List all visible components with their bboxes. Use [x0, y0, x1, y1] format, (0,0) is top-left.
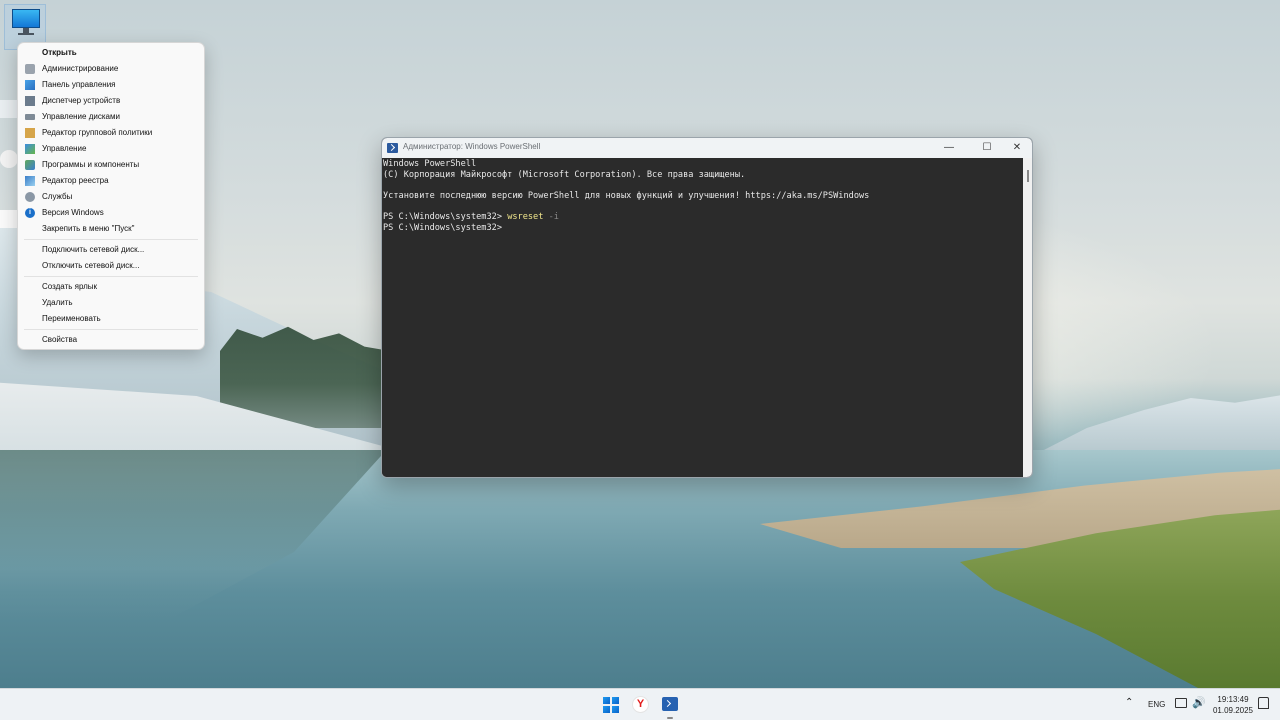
- clock-date: 01.09.2025: [1212, 706, 1254, 715]
- network-icon[interactable]: [1175, 698, 1187, 708]
- notification-icon[interactable]: [1258, 697, 1269, 709]
- menu-item-properties[interactable]: Свойства: [18, 332, 204, 348]
- menu-item-registry-editor[interactable]: Редактор реестра: [18, 173, 204, 189]
- windows-start-icon[interactable]: [603, 697, 619, 713]
- desktop-context-menu: Открыть Администрирование Панель управле…: [17, 42, 205, 350]
- registry-editor-icon: [25, 176, 35, 186]
- group-policy-icon: [25, 128, 35, 138]
- minimize-button[interactable]: —: [932, 138, 966, 158]
- volume-icon[interactable]: 🔊: [1192, 696, 1206, 709]
- menu-separator: [24, 329, 198, 330]
- menu-item-map-network-drive[interactable]: Подключить сетевой диск...: [18, 242, 204, 258]
- menu-item-rename[interactable]: Переименовать: [18, 311, 204, 327]
- menu-item-control-panel[interactable]: Панель управления: [18, 77, 204, 93]
- command-argument: -i: [543, 211, 559, 222]
- menu-item-windows-version[interactable]: i Версия Windows: [18, 205, 204, 221]
- device-manager-icon: [25, 96, 35, 106]
- powershell-titlebar[interactable]: Администратор: Windows PowerShell — ☐ ✕: [382, 138, 1032, 158]
- menu-item-delete[interactable]: Удалить: [18, 295, 204, 311]
- console-line: Windows PowerShell: [383, 159, 477, 169]
- powershell-app-icon[interactable]: [387, 143, 398, 153]
- language-indicator[interactable]: ENG: [1148, 700, 1165, 709]
- monitor-icon: [12, 9, 40, 28]
- running-indicator: [667, 717, 673, 719]
- command-text: wsreset: [507, 211, 544, 222]
- desktop-icon-fragment[interactable]: [0, 100, 18, 118]
- programs-features-icon: [25, 160, 35, 170]
- menu-item-create-shortcut[interactable]: Создать ярлык: [18, 279, 204, 295]
- desktop-icon-fragment[interactable]: [0, 210, 18, 228]
- menu-item-disconnect-network-drive[interactable]: Отключить сетевой диск...: [18, 258, 204, 274]
- computer-management-icon: [25, 144, 35, 154]
- menu-item-pin-to-start[interactable]: Закрепить в меню "Пуск": [18, 221, 204, 237]
- console-line: Установите последнюю версию PowerShell д…: [383, 190, 870, 201]
- console-output[interactable]: Windows PowerShell (C) Корпорация Майкро…: [382, 158, 1023, 477]
- info-icon: i: [25, 208, 35, 218]
- menu-item-services[interactable]: Службы: [18, 189, 204, 205]
- menu-item-programs[interactable]: Программы и компоненты: [18, 157, 204, 173]
- services-icon: [25, 192, 35, 202]
- window-title: Администратор: Windows PowerShell: [403, 142, 541, 151]
- disk-management-icon: [25, 114, 35, 120]
- scrollbar-thumb[interactable]: [1027, 170, 1029, 182]
- maximize-button[interactable]: ☐: [970, 138, 1004, 158]
- menu-separator: [24, 239, 198, 240]
- powershell-window: Администратор: Windows PowerShell — ☐ ✕ …: [381, 137, 1033, 478]
- console-line: (C) Корпорация Майкрософт (Microsoft Cor…: [383, 169, 746, 180]
- console-scrollbar[interactable]: [1023, 158, 1032, 477]
- console-command-line: PS C:\Windows\system32> wsreset -i: [383, 212, 1023, 223]
- clock-time: 19:13:49: [1217, 695, 1249, 704]
- menu-item-device-manager[interactable]: Диспетчер устройств: [18, 93, 204, 109]
- prompt-text: PS C:\Windows\system32>: [383, 211, 508, 222]
- console-prompt-line: PS C:\Windows\system32>: [383, 222, 502, 233]
- taskbar: Y ⌃ ENG 🔊 19:13:49 01.09.2025: [0, 688, 1280, 720]
- tray-chevron-icon[interactable]: ⌃: [1125, 697, 1133, 708]
- menu-item-open[interactable]: Открыть: [18, 45, 204, 61]
- powershell-taskbar-icon[interactable]: [662, 697, 678, 711]
- menu-item-administration[interactable]: Администрирование: [18, 61, 204, 77]
- control-panel-icon: [25, 80, 35, 90]
- close-button[interactable]: ✕: [1000, 138, 1032, 158]
- menu-separator: [24, 276, 198, 277]
- menu-item-disk-management[interactable]: Управление дисками: [18, 109, 204, 125]
- desktop-icon-fragment[interactable]: [0, 150, 18, 168]
- admin-tools-icon: [25, 64, 35, 74]
- menu-item-group-policy[interactable]: Редактор групповой политики: [18, 125, 204, 141]
- menu-item-manage[interactable]: Управление: [18, 141, 204, 157]
- clock[interactable]: 19:13:49 01.09.2025: [1212, 694, 1254, 716]
- yandex-browser-icon[interactable]: Y: [632, 696, 649, 713]
